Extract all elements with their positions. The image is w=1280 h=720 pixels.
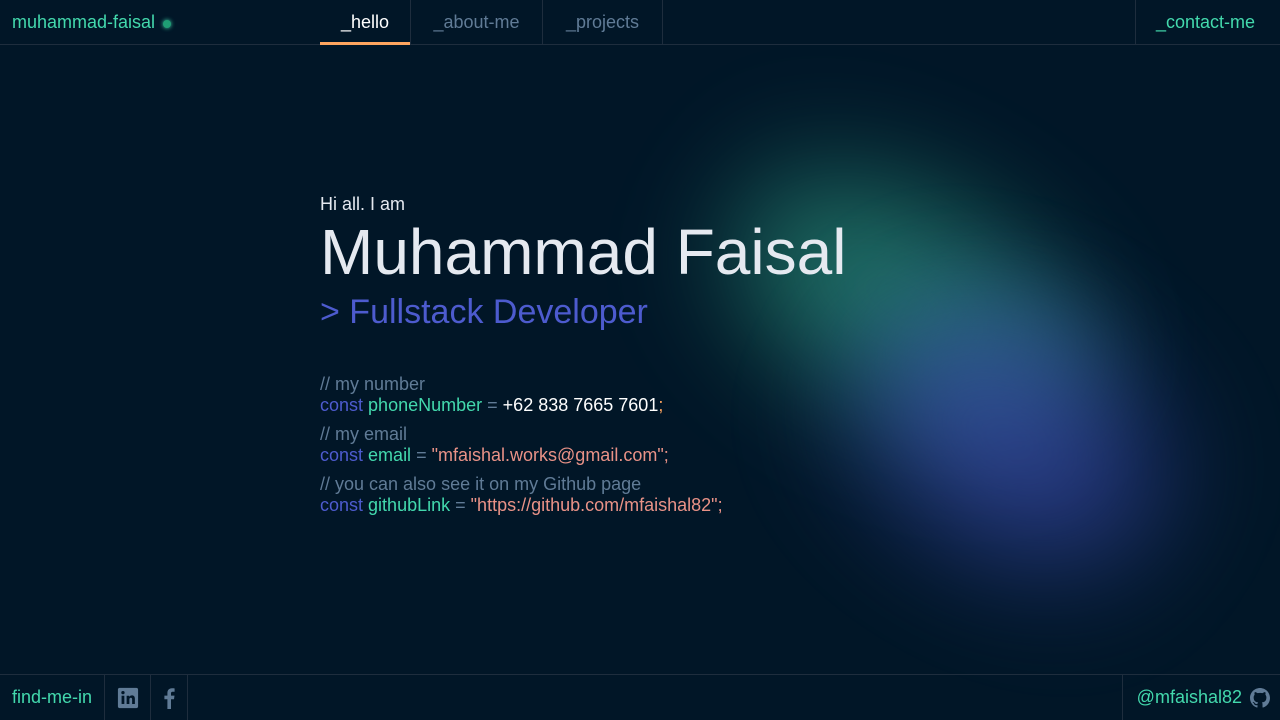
tab-contact-me-label: _contact-me: [1156, 11, 1256, 32]
hero-role: > Fullstack Developer: [320, 293, 648, 331]
email-terminator: ;: [663, 445, 669, 465]
phone-terminator: ;: [658, 395, 664, 415]
phone-comment: // my number: [320, 374, 426, 394]
footer-bar: find-me-in @mfaishal82: [0, 674, 1280, 720]
brand-name: muhammad-faisal: [12, 11, 156, 32]
find-me-in-label: find-me-in: [0, 675, 106, 720]
email-comment: // my email: [320, 424, 408, 444]
email-code-block: // my email const email = "mfaishal.work…: [320, 424, 846, 466]
email-value[interactable]: "mfaishal.works@gmail.com": [432, 445, 664, 465]
greeting-text: Hi all. I am: [320, 194, 406, 214]
github-code-block: // you can also see it on my Github page…: [320, 474, 846, 516]
phone-value[interactable]: +62 838 7665 7601: [503, 395, 659, 415]
facebook-link[interactable]: [151, 675, 189, 720]
github-variable: githubLink: [368, 495, 451, 515]
github-profile-link[interactable]: @mfaishal82: [1121, 675, 1280, 720]
tab-projects-label: _projects: [565, 11, 640, 32]
phone-variable: phoneNumber: [368, 395, 483, 415]
github-link-value[interactable]: "https://github.com/mfaishal82": [471, 495, 718, 515]
status-dot-icon: [163, 20, 172, 28]
phone-code-block: // my number const phoneNumber = +62 838…: [320, 374, 846, 416]
tab-hello-label: _hello: [340, 11, 390, 32]
github-terminator: ;: [717, 495, 723, 515]
email-operator: =: [416, 445, 427, 465]
linkedin-link[interactable]: [105, 675, 152, 720]
hero-section: Hi all. I am Muhammad Faisal > Fullstack…: [320, 192, 846, 524]
hero-name: Muhammad Faisal: [320, 216, 847, 288]
site-brand[interactable]: muhammad-faisal: [0, 0, 320, 44]
tab-about-me[interactable]: _about-me: [411, 0, 543, 44]
email-variable: email: [368, 445, 412, 465]
phone-keyword: const: [320, 395, 364, 415]
tab-projects[interactable]: _projects: [543, 0, 663, 44]
github-comment: // you can also see it on my Github page: [320, 474, 642, 494]
phone-operator: =: [487, 395, 498, 415]
portfolio-page: muhammad-faisal _hello _about-me _projec…: [0, 0, 1280, 720]
header-spacer: [663, 0, 1135, 44]
github-operator: =: [455, 495, 466, 515]
tab-contact-me[interactable]: _contact-me: [1135, 0, 1280, 44]
github-handle: @mfaishal82: [1136, 687, 1242, 707]
code-snippet: // my number const phoneNumber = +62 838…: [320, 374, 846, 516]
email-keyword: const: [320, 445, 364, 465]
top-nav: muhammad-faisal _hello _about-me _projec…: [0, 0, 1280, 45]
tab-about-me-label: _about-me: [433, 11, 520, 32]
facebook-icon: [164, 687, 175, 709]
github-icon: [1250, 687, 1270, 708]
tab-hello[interactable]: _hello: [320, 0, 411, 45]
linkedin-icon: [117, 687, 138, 708]
github-keyword: const: [320, 495, 364, 515]
footer-spacer: [188, 675, 1122, 720]
